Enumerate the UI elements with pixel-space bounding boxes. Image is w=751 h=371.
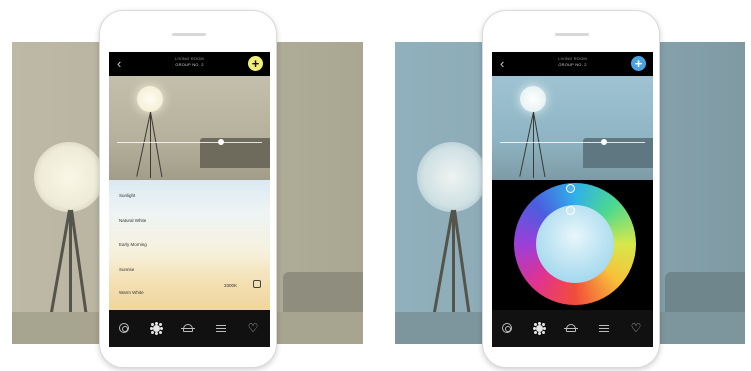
plus-icon: +	[251, 56, 260, 71]
lamp-leg	[136, 111, 151, 177]
bulb-icon[interactable]	[181, 321, 195, 335]
lamp-leg	[150, 112, 151, 178]
lamp-leg	[150, 111, 163, 178]
floor-lamp-globe	[417, 142, 487, 212]
lamp-leg	[533, 112, 534, 178]
header-bar: ‹ LIVING ROOM GROUP NO. 2 +	[492, 52, 653, 76]
header-bar: ‹ LIVING ROOM GROUP NO. 2 +	[109, 52, 270, 76]
phone-speaker	[555, 33, 589, 36]
room-preview	[492, 76, 653, 180]
room-title: LIVING ROOM	[175, 56, 204, 61]
color-wheel[interactable]	[514, 183, 636, 305]
sun-icon[interactable]	[532, 321, 546, 335]
room-preview	[109, 76, 270, 180]
lamp-globe	[137, 86, 163, 112]
white-preset-list: Sunlight Natural White Early Morning Sun…	[109, 180, 270, 310]
preset-sunlight[interactable]: Sunlight	[119, 193, 135, 198]
brightness-slider[interactable]	[117, 142, 262, 143]
color-temperature-label: 3300K	[224, 283, 238, 288]
sun-icon[interactable]	[149, 321, 163, 335]
color-wheel-center[interactable]	[536, 205, 614, 283]
saturation-marker[interactable]	[566, 206, 575, 215]
bulb-icon[interactable]	[564, 321, 578, 335]
hue-marker[interactable]	[566, 184, 575, 193]
chevron-left-icon[interactable]: ‹	[117, 57, 121, 70]
group-subtitle: GROUP NO. 2	[558, 62, 587, 67]
phone-warm-white-mode: ‹ LIVING ROOM GROUP NO. 2 + Sunlight Nat…	[99, 10, 277, 368]
heart-icon[interactable]: ♡	[629, 321, 643, 335]
preset-sunrise[interactable]: Sunrise	[119, 267, 134, 272]
preset-early-morning[interactable]: Early Morning	[119, 242, 147, 247]
brightness-slider[interactable]	[500, 142, 645, 143]
add-button[interactable]: +	[248, 56, 263, 71]
sliders-icon[interactable]	[597, 321, 611, 335]
sliders-icon[interactable]	[214, 321, 228, 335]
phone-screen: ‹ LIVING ROOM GROUP NO. 2 + Sunlight Nat…	[109, 52, 270, 347]
target-icon[interactable]	[500, 321, 514, 335]
lamp-leg	[519, 111, 534, 177]
target-icon[interactable]	[117, 321, 131, 335]
lamp-leg	[533, 111, 546, 178]
preset-natural-white[interactable]: Natural White	[119, 218, 146, 223]
phone-color-mode: ‹ LIVING ROOM GROUP NO. 2 + ♡	[482, 10, 660, 368]
sofa	[665, 272, 745, 314]
phone-speaker	[172, 33, 206, 36]
heart-icon[interactable]: ♡	[246, 321, 260, 335]
bottom-tab-bar: ♡	[109, 310, 270, 347]
sofa	[283, 272, 363, 314]
lamp-globe	[520, 86, 546, 112]
chevron-left-icon[interactable]: ‹	[500, 57, 504, 70]
floor-lamp-globe	[34, 142, 104, 212]
kelvin-checkbox[interactable]	[253, 280, 261, 288]
bottom-tab-bar: ♡	[492, 310, 653, 347]
add-button[interactable]: +	[631, 56, 646, 71]
preset-warm-white[interactable]: Warm White	[119, 290, 144, 295]
plus-icon: +	[634, 56, 643, 71]
group-subtitle: GROUP NO. 2	[175, 62, 204, 67]
room-title: LIVING ROOM	[558, 56, 587, 61]
product-showcase: ‹ LIVING ROOM GROUP NO. 2 + Sunlight Nat…	[0, 0, 751, 371]
phone-screen: ‹ LIVING ROOM GROUP NO. 2 + ♡	[492, 52, 653, 347]
color-picker-area	[492, 180, 653, 310]
